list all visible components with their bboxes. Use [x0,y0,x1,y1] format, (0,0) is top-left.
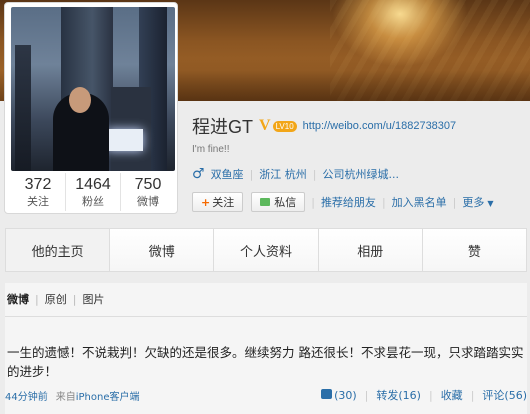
province-link[interactable]: 浙江 [259,166,281,182]
recommend-link[interactable]: 推荐给朋友 [321,194,376,210]
stat-number: 1464 [75,176,111,193]
stat-posts[interactable]: 750 微博 [121,173,175,211]
more-label: 更多 [462,196,485,209]
profile-url-link[interactable]: http://weibo.com/u/1882738307 [303,120,457,132]
more-menu[interactable]: 更多 ▼ [462,194,493,210]
stat-number: 750 [134,176,162,193]
post-time[interactable]: 44分钟前 [5,388,48,403]
source-prefix: 来自 [55,391,76,403]
divider: | [35,292,39,306]
divider: | [72,292,77,306]
zodiac-link[interactable]: 双鱼座 [211,166,244,182]
info-row: ♂ 双鱼座 | 浙江 杭州 | 公司杭州绿城... [192,166,399,182]
feed-area: 微博 | 原创 | 图片 一生的遗憾！不说栽判！欠缺的还是很多。继续努力 路还很… [5,283,527,414]
verified-icon[interactable]: V [259,117,271,135]
company-link[interactable]: 公司杭州绿城... [323,166,400,182]
post-source-link[interactable]: iPhone客户端 [76,388,140,403]
bio-text: I'm fine!! [192,144,230,155]
stat-number: 372 [24,176,52,193]
profile-card: 372 关注 1464 粉丝 750 微博 [4,2,178,214]
name-row: 程进GT V LV10 http://weibo.com/u/188273830… [192,113,456,139]
message-icon [260,198,271,206]
divider: | [364,388,369,402]
chevron-down-icon: ▼ [487,199,494,208]
action-bar: + 关注 私信 | 推荐给朋友 | 加入黑名单 | 更多 ▼ [192,192,494,212]
tab-profile-info[interactable]: 个人资料 [214,229,319,271]
profile-tabs: 他的主页 微博 个人资料 相册 赞 [5,228,527,272]
post-actions: (30) | 转发(16) | 收藏 | 评论(56) [321,387,527,403]
comment-button[interactable]: 评论(56) [482,387,527,403]
follow-button[interactable]: + 关注 [192,192,244,212]
building [15,45,31,171]
profile-name: 程进GT [192,117,253,137]
person-head [69,87,91,113]
feed-divider [5,316,527,317]
plus-icon: + [201,195,211,209]
avatar[interactable] [11,7,175,171]
filter-original[interactable]: 原创 [45,291,67,307]
message-button[interactable]: 私信 [251,192,306,212]
tab-home[interactable]: 他的主页 [6,229,111,271]
divider: | [312,167,317,181]
blacklist-link[interactable]: 加入黑名单 [392,194,447,210]
post-meta: 44分钟前 来自 iPhone客户端 (30) | 转发(16) | 收藏 | … [5,387,527,403]
stat-label: 粉丝 [82,195,104,208]
filter-images[interactable]: 图片 [82,291,104,307]
stat-following[interactable]: 372 关注 [11,173,66,211]
stat-label: 微博 [137,195,159,208]
tab-likes[interactable]: 赞 [422,229,527,271]
like-count: (30) [334,388,357,402]
repost-button[interactable]: 转发(16) [376,387,421,403]
divider: | [428,388,433,402]
stats-bar: 372 关注 1464 粉丝 750 微博 [11,173,175,211]
favorite-button[interactable]: 收藏 [441,387,463,403]
stat-label: 关注 [27,195,49,208]
message-label: 私信 [274,196,297,209]
tab-weibo[interactable]: 微博 [110,229,215,271]
divider: | [452,195,457,209]
sun-rays [330,0,530,101]
thumbs-up-icon [321,388,333,399]
stat-followers[interactable]: 1464 粉丝 [66,173,121,211]
follow-label: 关注 [212,196,235,209]
divider: | [381,195,386,209]
like-button[interactable]: (30) [321,388,357,402]
lit-sign [107,129,143,151]
male-icon: ♂ [192,166,205,182]
post-text: 一生的遗憾！不说栽判！欠缺的还是很多。继续努力 路还很长！不求昙花一现，只求踏踏… [7,345,524,379]
divider: | [311,195,315,209]
divider: | [249,167,254,181]
divider: | [470,388,475,402]
filter-all[interactable]: 微博 [7,291,29,307]
feed-filter: 微博 | 原创 | 图片 [5,283,104,315]
level-badge[interactable]: LV10 [272,120,297,132]
tab-album[interactable]: 相册 [318,229,423,271]
city-link[interactable]: 杭州 [285,166,307,182]
